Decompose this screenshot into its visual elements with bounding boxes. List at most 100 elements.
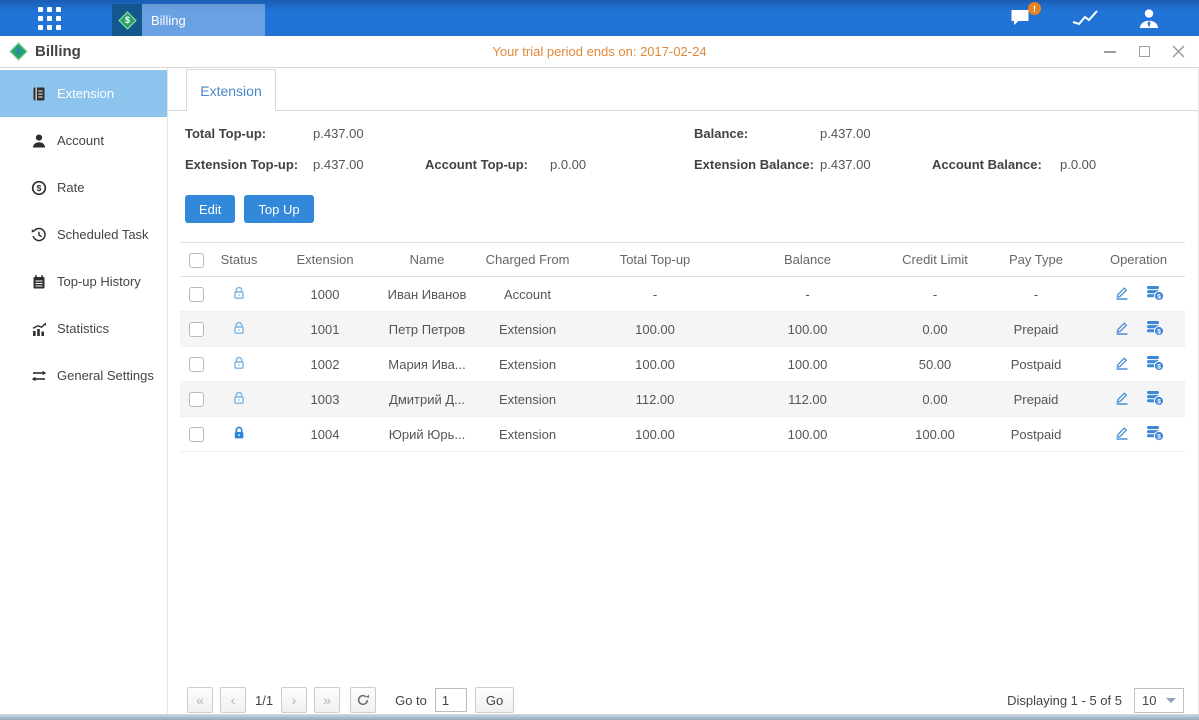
pay-type-cell: Postpaid <box>980 347 1092 382</box>
minimize-icon[interactable] <box>1103 45 1117 59</box>
balance-cell: 100.00 <box>725 347 890 382</box>
trial-notice: Your trial period ends on: 2017-02-24 <box>0 44 1199 59</box>
lock-open-icon[interactable] <box>231 320 247 336</box>
topup-button[interactable]: Top Up <box>244 195 313 223</box>
top-taskbar: $ Billing ! <box>0 0 1199 36</box>
sidebar-item-label: Extension <box>57 86 114 101</box>
taskbar-tab-label: Billing <box>151 13 186 28</box>
charged-from-cell: Account <box>470 277 585 312</box>
table-row[interactable]: 1002 Мария Ива... Extension 100.00 100.0… <box>180 347 1185 382</box>
lock-open-icon[interactable] <box>231 285 247 301</box>
sidebar-item-statistics[interactable]: Statistics <box>0 305 167 352</box>
prev-page-button[interactable]: ‹ <box>220 687 246 713</box>
maximize-icon[interactable] <box>1137 45 1151 59</box>
pay-type-cell: Postpaid <box>980 417 1092 452</box>
table-row[interactable]: 1003 Дмитрий Д... Extension 112.00 112.0… <box>180 382 1185 417</box>
topup-coins-icon[interactable]: $ <box>1146 355 1164 371</box>
extension-topup-label: Extension Top-up: <box>185 157 298 172</box>
app-grid-icon[interactable] <box>38 7 61 30</box>
goto-page-input[interactable] <box>435 688 467 712</box>
row-checkbox[interactable] <box>189 287 204 302</box>
sidebar-item-topup-history[interactable]: Top-up History <box>0 258 167 305</box>
topup-coins-icon[interactable]: $ <box>1146 285 1164 301</box>
tab-strip: Extension <box>168 68 1198 111</box>
table-header-row: Status Extension Name Charged From Total… <box>180 243 1185 277</box>
topup-coins-icon[interactable]: $ <box>1146 320 1164 336</box>
tab-extension[interactable]: Extension <box>186 69 276 111</box>
edit-button[interactable]: Edit <box>185 195 235 223</box>
row-checkbox[interactable] <box>189 322 204 337</box>
scheduled-task-icon <box>30 226 47 243</box>
refresh-icon[interactable] <box>350 687 376 713</box>
page-size-dropdown[interactable]: 10 <box>1134 688 1184 713</box>
page-size-value: 10 <box>1142 693 1156 708</box>
displaying-text: Displaying 1 - 5 of 5 <box>1007 693 1122 708</box>
column-header-operation: Operation <box>1092 243 1185 277</box>
table-row[interactable]: 1004 Юрий Юрь... Extension 100.00 100.00… <box>180 417 1185 452</box>
edit-pencil-icon[interactable] <box>1114 425 1130 441</box>
rate-icon: $ <box>30 179 47 196</box>
sidebar-item-scheduled-task[interactable]: Scheduled Task <box>0 211 167 258</box>
first-page-button[interactable]: « <box>187 687 213 713</box>
name-cell: Юрий Юрь... <box>384 417 470 452</box>
row-checkbox[interactable] <box>189 357 204 372</box>
svg-text:$: $ <box>1157 433 1161 440</box>
extension-cell: 1002 <box>266 347 384 382</box>
row-checkbox[interactable] <box>189 392 204 407</box>
edit-pencil-icon[interactable] <box>1114 390 1130 406</box>
topup-history-icon <box>30 273 47 290</box>
charged-from-cell: Extension <box>470 347 585 382</box>
billing-app-window: $ Billing ! $ Billing Your trial period … <box>0 0 1199 720</box>
balance-cell: 100.00 <box>725 417 890 452</box>
topup-coins-icon[interactable]: $ <box>1146 425 1164 441</box>
user-account-icon[interactable] <box>1137 8 1161 29</box>
sidebar-item-label: Rate <box>57 180 84 195</box>
last-page-button[interactable]: » <box>314 687 340 713</box>
go-button[interactable]: Go <box>475 687 514 713</box>
close-icon[interactable] <box>1171 45 1185 59</box>
goto-label: Go to <box>395 693 427 708</box>
billing-app-icon: $ <box>112 4 142 36</box>
sidebar-item-account[interactable]: Account <box>0 117 167 164</box>
column-header-balance: Balance <box>725 243 890 277</box>
edit-pencil-icon[interactable] <box>1114 355 1130 371</box>
next-page-button[interactable]: › <box>281 687 307 713</box>
column-header-total-topup: Total Top-up <box>585 243 725 277</box>
lock-open-icon[interactable] <box>231 355 247 371</box>
sidebar: Extension Account $ Rate Scheduled Task <box>0 68 168 714</box>
table-row[interactable]: 1001 Петр Петров Extension 100.00 100.00… <box>180 312 1185 347</box>
column-header-charged-from: Charged From <box>470 243 585 277</box>
sidebar-item-rate[interactable]: $ Rate <box>0 164 167 211</box>
column-header-credit-limit: Credit Limit <box>890 243 980 277</box>
name-cell: Дмитрий Д... <box>384 382 470 417</box>
statistics-icon <box>30 320 47 337</box>
edit-pencil-icon[interactable] <box>1114 320 1130 336</box>
edit-pencil-icon[interactable] <box>1114 285 1130 301</box>
extension-cell: 1000 <box>266 277 384 312</box>
taskbar-billing-tab[interactable]: $ Billing <box>112 4 265 36</box>
window-title: Billing <box>35 43 81 60</box>
toolbar: Edit Top Up <box>185 195 314 223</box>
extension-cell: 1004 <box>266 417 384 452</box>
column-header-status: Status <box>212 243 266 277</box>
topup-coins-icon[interactable]: $ <box>1146 390 1164 406</box>
lock-open-icon[interactable] <box>231 390 247 406</box>
sidebar-item-extension[interactable]: Extension <box>0 70 167 117</box>
pay-type-cell: - <box>980 277 1092 312</box>
balance-cell: - <box>725 277 890 312</box>
select-all-checkbox[interactable] <box>189 253 204 268</box>
extension-balance-label: Extension Balance: <box>694 157 814 172</box>
credit-limit-cell: 100.00 <box>890 417 980 452</box>
total-topup-cell: 100.00 <box>585 347 725 382</box>
lock-closed-icon[interactable] <box>231 425 247 441</box>
account-balance-label: Account Balance: <box>932 157 1042 172</box>
sidebar-item-label: General Settings <box>57 368 154 383</box>
row-checkbox[interactable] <box>189 427 204 442</box>
sidebar-item-label: Top-up History <box>57 274 141 289</box>
table-row[interactable]: 1000 Иван Иванов Account - - - - $ <box>180 277 1185 312</box>
statistics-chart-icon[interactable] <box>1071 8 1099 28</box>
window-bottom-edge <box>0 714 1199 720</box>
notifications-icon[interactable]: ! <box>1009 8 1033 28</box>
sidebar-item-general-settings[interactable]: General Settings <box>0 352 167 399</box>
charged-from-cell: Extension <box>470 382 585 417</box>
